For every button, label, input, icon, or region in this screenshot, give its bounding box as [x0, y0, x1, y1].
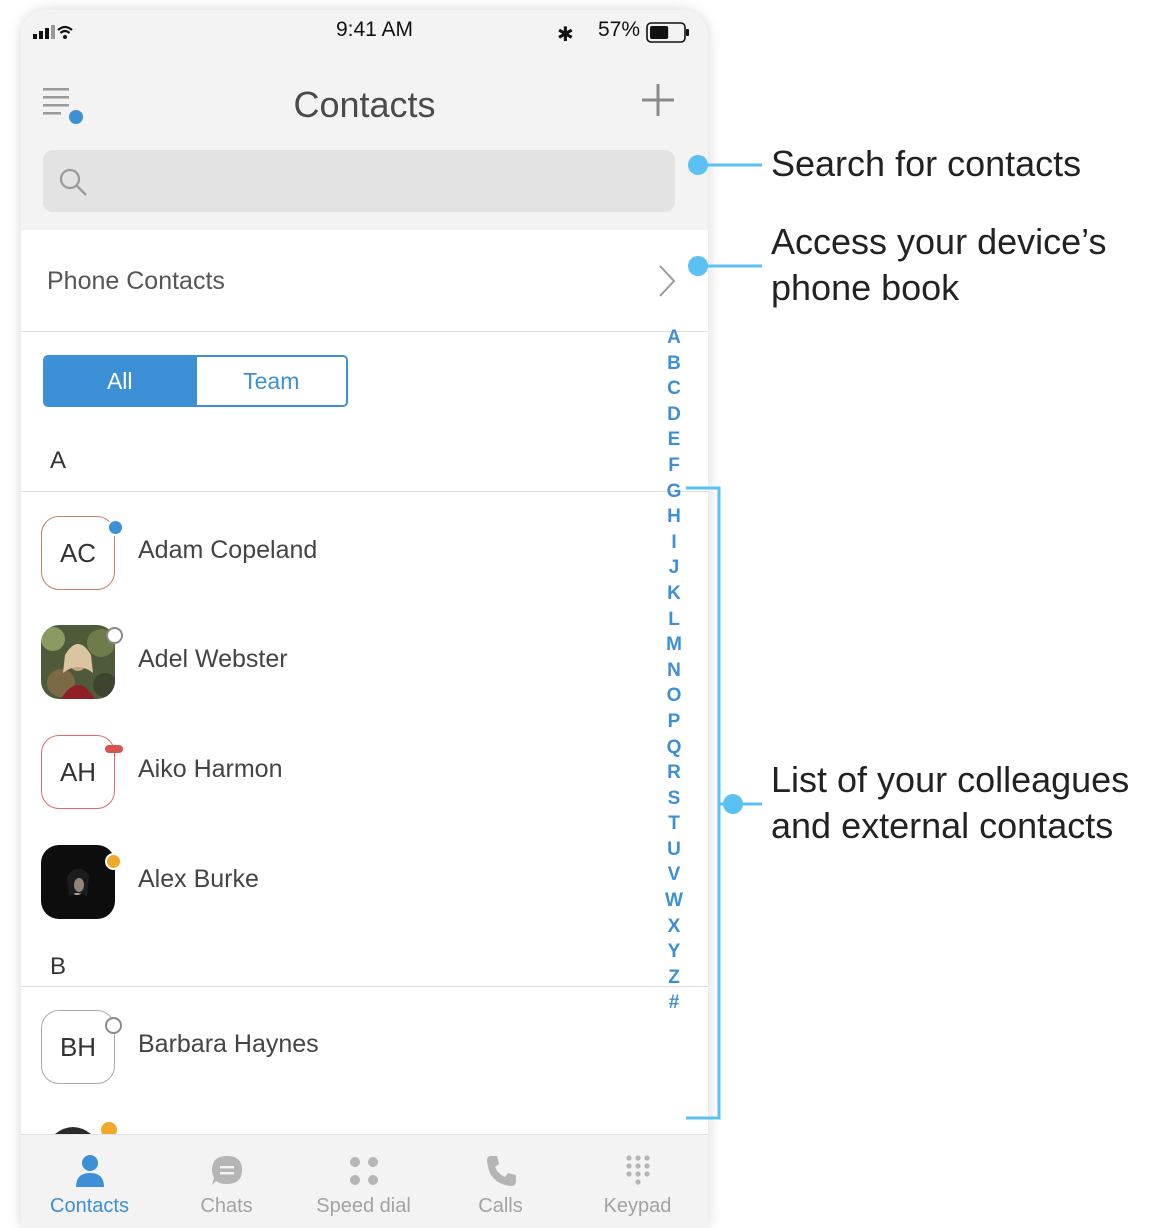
contact-row-barbara-haynes[interactable]: BH Barbara Haynes — [21, 1010, 651, 1120]
status-bar: 9:41 AM ✱ 57% — [21, 10, 708, 54]
alphabet-index-letter[interactable]: Z — [663, 965, 685, 991]
battery-percent: 57% — [598, 18, 641, 41]
tab-label: Chats — [200, 1195, 253, 1217]
filter-segmented-control: All Team — [43, 355, 348, 407]
contact-row-adam-copeland[interactable]: AC Adam Copeland — [21, 516, 651, 626]
section-divider — [21, 986, 708, 987]
tab-label: Contacts — [50, 1195, 129, 1217]
phone-icon — [487, 1156, 516, 1186]
alphabet-index-letter[interactable]: B — [663, 351, 685, 377]
tab-speed-dial[interactable]: Speed dial — [295, 1135, 432, 1228]
page-title: Contacts — [293, 84, 436, 125]
annotation-list-line1: List of your colleagues — [771, 759, 1130, 800]
alphabet-index-letter[interactable]: O — [663, 683, 685, 709]
tab-chats[interactable]: Chats — [158, 1135, 295, 1228]
tab-label: Keypad — [603, 1195, 672, 1217]
header: Contacts — [21, 54, 708, 230]
tab-keypad[interactable]: Keypad — [569, 1135, 706, 1228]
contact-row-aiko-harmon[interactable]: AH Aiko Harmon — [21, 735, 651, 845]
contact-name: Aiko Harmon — [138, 755, 283, 783]
alphabet-index-letter[interactable]: R — [663, 760, 685, 786]
tab-bar: Contacts Chats Speed dial Calls Keypad — [21, 1134, 708, 1228]
annotation-search: Search for contacts — [771, 143, 1082, 184]
section-divider — [21, 491, 708, 492]
search-input[interactable] — [43, 150, 675, 212]
alphabet-index-letter[interactable]: T — [663, 811, 685, 837]
status-available-icon — [107, 519, 124, 536]
contact-name: Adel Webster — [138, 645, 288, 673]
avatar-photo — [41, 845, 115, 919]
avatar-photo — [41, 625, 115, 699]
alphabet-index-letter[interactable]: X — [663, 914, 685, 940]
tab-label: Speed dial — [316, 1195, 411, 1217]
plus-icon[interactable] — [640, 82, 676, 118]
keypad-icon — [626, 1155, 650, 1185]
avatar: AC — [41, 516, 115, 590]
search-icon — [59, 168, 87, 196]
alphabet-index-letter[interactable]: V — [663, 862, 685, 888]
annotation-list-line2: and external contacts — [771, 805, 1114, 846]
alphabet-index-letter[interactable]: A — [663, 325, 685, 351]
tab-calls[interactable]: Calls — [432, 1135, 569, 1228]
filter-team-tab[interactable]: Team — [194, 357, 346, 405]
speed-dial-icon — [350, 1157, 378, 1185]
status-offline-icon — [106, 627, 123, 644]
contact-name: Barbara Haynes — [138, 1030, 319, 1058]
person-icon — [76, 1155, 104, 1187]
alphabet-index-letter[interactable]: N — [663, 658, 685, 684]
alphabet-index-letter[interactable]: J — [663, 555, 685, 581]
avatar: BH — [41, 1010, 115, 1084]
alphabet-index-letter[interactable]: D — [663, 402, 685, 428]
phone-contacts-row[interactable]: Phone Contacts — [21, 230, 708, 332]
filter-all-tab[interactable]: All — [45, 357, 195, 405]
alphabet-index-letter[interactable]: # — [663, 990, 685, 1016]
alphabet-index-letter[interactable]: M — [663, 632, 685, 658]
alphabet-index-letter[interactable]: Y — [663, 939, 685, 965]
alphabet-index-letter[interactable]: Q — [663, 735, 685, 761]
alphabet-index-letter[interactable]: P — [663, 709, 685, 735]
status-away-icon — [105, 853, 122, 870]
alphabet-index-letter[interactable]: H — [663, 504, 685, 530]
avatar: AH — [41, 735, 115, 809]
chat-bubble-icon — [212, 1156, 242, 1185]
alphabet-index-letter[interactable]: F — [663, 453, 685, 479]
contact-row-partial[interactable] — [21, 1120, 651, 1134]
contact-row-adel-webster[interactable]: Adel Webster — [21, 625, 651, 735]
status-busy-icon — [105, 745, 123, 753]
annotation-phonebook-line2: phone book — [771, 267, 960, 308]
section-header-a: A — [50, 447, 67, 474]
phone-screen: 9:41 AM ✱ 57% Contacts Phone Contacts Al… — [21, 10, 708, 1228]
alphabet-index-letter[interactable]: E — [663, 427, 685, 453]
alphabet-index[interactable]: A B C D E F G H I J K L M N O P Q R S T U V W X Y Z # — [663, 325, 685, 1016]
contact-name: Alex Burke — [138, 865, 259, 893]
chevron-right-icon — [659, 265, 676, 297]
phone-contacts-label: Phone Contacts — [47, 267, 225, 295]
avatar-photo — [55, 1122, 117, 1134]
contact-name: Adam Copeland — [138, 536, 318, 564]
alphabet-index-letter[interactable]: W — [663, 888, 685, 914]
alphabet-index-letter[interactable]: L — [663, 607, 685, 633]
tab-label: Calls — [478, 1195, 523, 1217]
alphabet-index-letter[interactable]: S — [663, 786, 685, 812]
battery-icon — [646, 22, 689, 43]
alphabet-index-letter[interactable]: G — [663, 479, 685, 505]
status-offline-icon — [105, 1017, 122, 1034]
tab-contacts[interactable]: Contacts — [21, 1135, 158, 1228]
bluetooth-icon: ✱ — [557, 24, 574, 46]
alphabet-index-letter[interactable]: K — [663, 581, 685, 607]
alphabet-index-letter[interactable]: U — [663, 837, 685, 863]
annotation-phonebook-line1: Access your device’s — [771, 221, 1107, 262]
section-header-b: B — [50, 953, 67, 980]
alphabet-index-letter[interactable]: C — [663, 376, 685, 402]
contact-row-alex-burke[interactable]: Alex Burke — [21, 845, 651, 955]
alphabet-index-letter[interactable]: I — [663, 530, 685, 556]
